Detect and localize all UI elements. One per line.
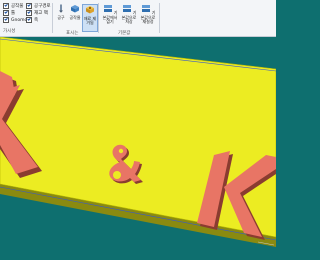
separator <box>159 3 160 33</box>
checkbox-box[interactable] <box>3 10 9 16</box>
group-label-defaults: 기본값 <box>118 31 131 36</box>
checkbox-box[interactable] <box>26 3 32 9</box>
tool-button[interactable]: 공구 <box>54 4 68 30</box>
checkbox-label: 공작물 <box>11 4 24 9</box>
default-view-icon <box>103 5 112 12</box>
checkbox-box[interactable] <box>3 3 9 9</box>
simulation-scene[interactable] <box>0 37 276 260</box>
checkbox-label: 재고 팩 <box>34 11 48 16</box>
workpiece-icon <box>71 5 79 13</box>
material-removed-icon <box>86 6 94 14</box>
ribbon-toolbar: 공작물 공구경로 툴 재고 팩 Gnomon 축 가시성 공구 공작물 재료 제… <box>0 0 276 37</box>
3d-viewport[interactable] <box>0 37 276 260</box>
checkbox-box[interactable] <box>26 17 32 23</box>
group-label-visibility: 가시성 <box>3 29 16 34</box>
checkbox-workpiece[interactable]: 공작물 <box>3 3 23 9</box>
save-default-icon <box>122 5 131 12</box>
tool-button-label: 공구 <box>57 14 65 20</box>
checkbox-label: 툴 <box>11 11 16 16</box>
tool-icon <box>59 4 63 13</box>
checkbox-toolpath[interactable]: 공구경로 <box>26 3 51 9</box>
reset-default-icon <box>141 5 150 12</box>
checkbox-label: 공구경로 <box>34 4 51 9</box>
workpiece-button-label: 공작물 <box>69 14 81 20</box>
reset-default-button[interactable]: 기본값으로 재설정 <box>139 4 157 30</box>
checkbox-box[interactable] <box>3 17 9 23</box>
save-default-button[interactable]: 기본값으로 저장 <box>120 4 138 30</box>
checkbox-label: 축 <box>34 18 39 23</box>
checkbox-stock-pack[interactable]: 재고 팩 <box>26 10 48 16</box>
visibility-group: 공작물 공구경로 툴 재고 팩 Gnomon 축 가시성 <box>0 0 51 36</box>
default-view-button[interactable]: 기본값에서 없기 <box>101 4 119 30</box>
workpiece-button[interactable]: 공작물 <box>68 4 82 30</box>
separator <box>52 3 53 33</box>
material-removed-label: 재료 제거됨 <box>83 15 97 25</box>
checkbox-axis[interactable]: 축 <box>26 17 38 23</box>
separator <box>98 3 99 33</box>
viewport-floor <box>0 251 276 260</box>
checkbox-box[interactable] <box>26 10 32 16</box>
checkbox-tool[interactable]: 툴 <box>3 10 15 16</box>
group-label-appearance: 표시는 <box>66 31 79 36</box>
material-removed-button[interactable]: 재료 제거됨 <box>82 4 98 32</box>
